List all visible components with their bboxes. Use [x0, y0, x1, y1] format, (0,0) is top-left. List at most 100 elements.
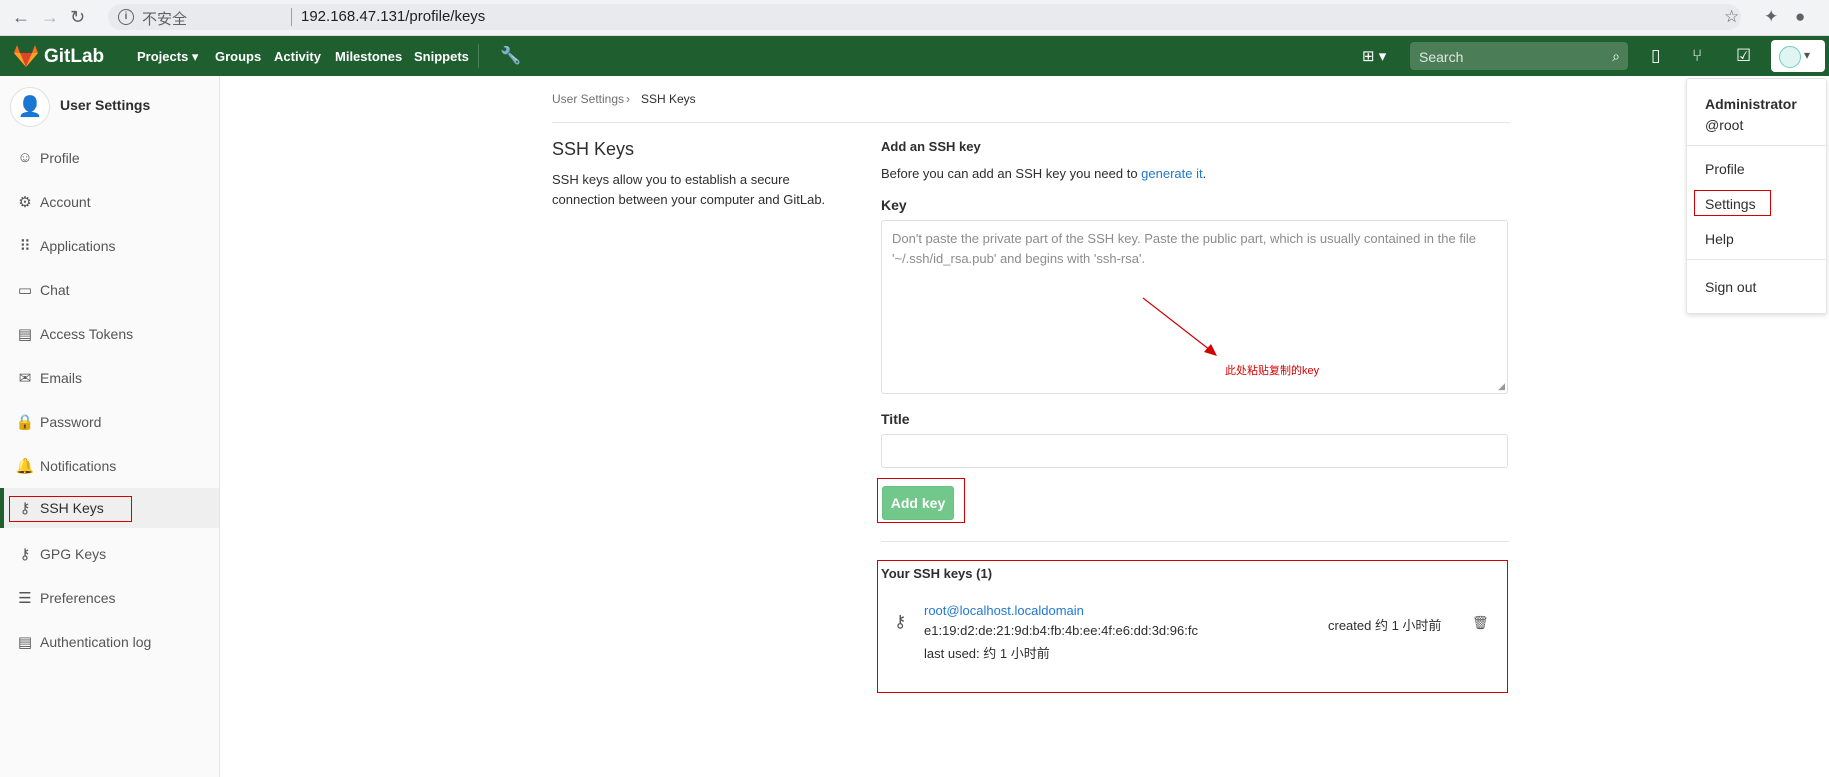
- chat-bubble-icon: ▭: [17, 282, 33, 299]
- address-bar[interactable]: i 不安全 192.168.47.131/profile/keys: [108, 4, 1741, 30]
- key-title-link[interactable]: root@localhost.localdomain: [924, 603, 1084, 618]
- sidebar-item-label: Emails: [40, 370, 83, 386]
- key-placeholder: Don't paste the private part of the SSH …: [892, 231, 1476, 266]
- add-key-button[interactable]: Add key: [882, 486, 954, 520]
- trash-icon[interactable]: 🗑: [1472, 615, 1489, 631]
- sidebar-item-authentication-log[interactable]: ▤ Authentication log: [0, 622, 219, 662]
- sidebar-item-notifications[interactable]: 🔔 Notifications: [0, 446, 219, 486]
- dropdown-divider: [1687, 145, 1826, 146]
- insecure-label: 不安全: [142, 11, 188, 28]
- user-settings-avatar-icon: 👤: [10, 87, 50, 127]
- before-text: Before you can add an SSH key you need t…: [881, 166, 1207, 181]
- nav-groups[interactable]: Groups: [215, 49, 261, 64]
- sidebar-item-ssh-keys[interactable]: ⚷ SSH Keys: [0, 488, 219, 528]
- your-keys-heading: Your SSH keys (1): [881, 566, 993, 581]
- sliders-icon: ☰: [18, 590, 32, 607]
- user-menu-toggle[interactable]: ▾: [1771, 40, 1825, 72]
- breadcrumb-chevron-icon: ›: [626, 92, 630, 106]
- breadcrumb-parent[interactable]: User Settings: [552, 92, 624, 106]
- reload-icon[interactable]: ↻: [70, 7, 85, 28]
- gitlab-header: GitLab Projects ▾ Groups Activity Milest…: [0, 36, 1829, 76]
- dropdown-item-sign-out[interactable]: Sign out: [1705, 279, 1756, 295]
- key-icon: ⚷: [894, 612, 907, 631]
- sidebar-item-profile[interactable]: ☺ Profile: [0, 138, 219, 178]
- address-separator: [291, 8, 292, 26]
- sidebar-item-label: GPG Keys: [40, 546, 107, 562]
- nav-activity[interactable]: Activity: [274, 49, 321, 64]
- add-key-heading: Add an SSH key: [881, 139, 981, 154]
- sidebar-item-label: Password: [40, 414, 102, 430]
- annotation-text: 此处粘贴复制的key: [1225, 365, 1320, 377]
- title-input[interactable]: [881, 434, 1508, 468]
- sidebar-item-gpg-keys[interactable]: ⚷ GPG Keys: [0, 534, 219, 574]
- dropdown-username[interactable]: @root: [1705, 117, 1743, 133]
- browser-toolbar: ← → ↻ i 不安全 192.168.47.131/profile/keys …: [0, 0, 1829, 36]
- dropdown-user-name[interactable]: Administrator: [1705, 96, 1797, 112]
- key-last-used: last used: 约 1 小时前: [924, 646, 1050, 661]
- sidebar-item-chat[interactable]: ▭ Chat: [0, 270, 219, 310]
- sidebar-item-label: Notifications: [40, 458, 117, 474]
- nav-snippets[interactable]: Snippets: [414, 49, 469, 64]
- page-title: SSH Keys: [552, 139, 635, 159]
- search-icon: ⌕: [1612, 48, 1620, 64]
- breadcrumb-divider: [552, 122, 1510, 123]
- sidebar-item-applications[interactable]: ⠿ Applications: [0, 226, 219, 266]
- page-description: SSH keys allow you to establish a secure…: [552, 172, 826, 207]
- gitlab-logo-icon[interactable]: [14, 45, 38, 67]
- bell-icon: 🔔: [15, 458, 35, 475]
- active-indicator: [0, 488, 4, 528]
- sidebar-item-label: Account: [40, 194, 91, 210]
- extensions-icon[interactable]: ✦: [1764, 7, 1778, 27]
- user-dropdown-menu: Administrator @root Profile Settings Hel…: [1686, 78, 1827, 314]
- highlight-box: [9, 496, 132, 522]
- info-icon[interactable]: i: [118, 9, 134, 25]
- back-icon[interactable]: ←: [12, 7, 30, 28]
- log-list-icon: ▤: [17, 634, 33, 651]
- gpg-key-icon: ⚷: [19, 546, 31, 563]
- sidebar-item-emails[interactable]: ✉ Emails: [0, 358, 219, 398]
- breadcrumb-current[interactable]: SSH Keys: [641, 92, 696, 106]
- nav-divider: [478, 44, 479, 68]
- chevron-down-icon: ▾: [1804, 48, 1811, 62]
- sidebar-item-account[interactable]: ⚙ Account: [0, 182, 219, 222]
- sidebar-item-label: Profile: [40, 150, 80, 166]
- search-input[interactable]: Search: [1419, 49, 1463, 65]
- gitlab-brand[interactable]: GitLab: [44, 46, 104, 68]
- sidebar-item-access-tokens[interactable]: ▤ Access Tokens: [0, 314, 219, 354]
- nav-projects[interactable]: Projects ▾: [137, 49, 198, 65]
- profile-icon: ☺: [17, 149, 33, 166]
- annotation-arrow-icon: [1142, 297, 1217, 356]
- sidebar-item-label: Authentication log: [40, 634, 152, 650]
- sidebar-title[interactable]: User Settings: [60, 97, 150, 113]
- generate-it-link[interactable]: generate it: [1141, 166, 1202, 181]
- admin-wrench-icon[interactable]: 🔧: [500, 46, 521, 66]
- user-avatar: [1779, 46, 1801, 68]
- search-box[interactable]: Search ⌕: [1410, 42, 1628, 70]
- dropdown-divider: [1687, 259, 1826, 260]
- new-plus-icon[interactable]: ⊞ ▾: [1362, 47, 1386, 65]
- sidebar-item-label: Access Tokens: [40, 326, 134, 342]
- highlight-box: [1694, 190, 1771, 216]
- title-label: Title: [881, 411, 910, 427]
- sidebar-item-label: Preferences: [40, 590, 116, 606]
- forward-icon[interactable]: →: [41, 7, 59, 28]
- resize-handle-icon[interactable]: ◢: [1498, 381, 1505, 392]
- key-fingerprint: e1:19:d2:de:21:9d:b4:fb:4b:ee:4f:e6:dd:3…: [924, 623, 1198, 638]
- todos-icon[interactable]: ☑: [1736, 46, 1751, 66]
- account-gear-icon: ⚙: [18, 194, 32, 211]
- sidebar-item-preferences[interactable]: ☰ Preferences: [0, 578, 219, 618]
- sidebar-toggle-icon[interactable]: ▯: [1651, 46, 1660, 66]
- bookmark-star-icon[interactable]: ☆: [1724, 7, 1739, 27]
- dropdown-item-profile[interactable]: Profile: [1705, 161, 1745, 177]
- sidebar-item-password[interactable]: 🔒 Password: [0, 402, 219, 442]
- merge-requests-icon[interactable]: ⑂: [1692, 46, 1702, 66]
- nav-milestones[interactable]: Milestones: [335, 49, 402, 64]
- lock-icon: 🔒: [15, 414, 35, 431]
- dropdown-item-help[interactable]: Help: [1705, 231, 1734, 247]
- url-text[interactable]: 192.168.47.131/profile/keys: [301, 8, 485, 25]
- envelope-icon: ✉: [18, 370, 32, 387]
- sidebar-item-label: Applications: [40, 238, 116, 254]
- account-icon[interactable]: ●: [1795, 7, 1805, 27]
- sidebar-item-label: Chat: [40, 282, 70, 298]
- key-label: Key: [881, 197, 907, 213]
